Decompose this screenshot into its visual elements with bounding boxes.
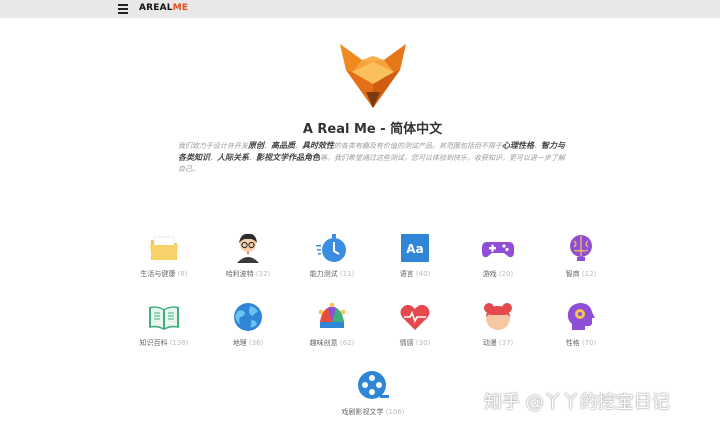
intro-segment: 、 <box>210 154 217 162</box>
intro-segment: 、 <box>534 142 541 150</box>
stopwatch-icon <box>316 234 346 262</box>
category-label: 戏剧影视文学 (106) <box>341 408 405 416</box>
svg-text:Aa: Aa <box>406 242 423 256</box>
heart-icon <box>400 304 430 330</box>
category-iq[interactable]: 智商 (12) <box>541 231 621 279</box>
brand-accent: ME <box>172 3 189 13</box>
intro-keyword: 原创 <box>248 141 264 150</box>
intro-keyword: 高品质 <box>271 141 295 150</box>
category-games[interactable]: 游戏 (20) <box>458 231 538 279</box>
globe-icon <box>234 303 262 331</box>
category-label: 语言 (40) <box>399 270 431 278</box>
category-label: 生活与健康 (8) <box>140 270 188 278</box>
site-title: A Real Me - 简体中文 <box>302 122 443 137</box>
film-icon <box>358 371 389 399</box>
menu-icon[interactable] <box>118 4 128 14</box>
category-label: 智商 (12) <box>565 270 597 278</box>
intro-keyword: 影视文学作品角色 <box>256 153 320 162</box>
category-anime[interactable]: 动漫 (37) <box>458 300 538 348</box>
category-label: 哈利波特 (32) <box>225 270 271 278</box>
intro-text: 我们致力于设计并开发原创、高品质、具时效性的各类有趣及有价值的测试产品。其范围包… <box>178 140 570 175</box>
category-label: 趣味创意 (62) <box>309 339 355 347</box>
language-icon: Aa <box>401 234 429 262</box>
category-label: 知识百科 (138) <box>139 339 189 347</box>
category-geography[interactable]: 地理 (36) <box>208 300 288 348</box>
category-ability-test[interactable]: 能力测试 (11) <box>292 231 372 279</box>
category-label: 动漫 (37) <box>482 339 514 347</box>
intro-keyword: 人际关系 <box>217 153 249 162</box>
intro-segment: 、 <box>264 142 271 150</box>
folder-icon <box>150 236 178 260</box>
book-icon <box>149 306 179 330</box>
watermark: 知乎 @丫丫的挖宝日记 <box>484 392 670 413</box>
intro-segment: 的各类有趣及有价值的测试产品。其范围包括但不限于 <box>334 142 502 150</box>
brand-main: AREAL <box>139 3 173 13</box>
intro-segment: 、 <box>295 142 302 150</box>
category-label: 情感 (30) <box>399 339 431 347</box>
category-emotion[interactable]: 情感 (30) <box>375 300 455 348</box>
intro-segment: 我们致力于设计并开发 <box>178 142 248 150</box>
brain-icon <box>570 235 592 261</box>
category-fun-creative[interactable]: 趣味创意 (62) <box>292 300 372 348</box>
category-label: 游戏 (20) <box>482 270 514 278</box>
harry-potter-icon <box>237 233 259 263</box>
intro-keyword: 具时效性 <box>302 141 334 150</box>
jester-icon <box>318 302 346 328</box>
category-encyclopedia[interactable]: 知识百科 (138) <box>124 300 204 348</box>
category-label: 地理 (36) <box>232 339 264 347</box>
gamepad-icon <box>482 242 514 258</box>
anime-icon <box>484 303 512 330</box>
category-language[interactable]: Aa 语言 (40) <box>375 231 455 279</box>
intro-keyword: 心理性格 <box>502 141 534 150</box>
personality-icon <box>567 303 595 330</box>
fox-logo-icon <box>340 44 406 108</box>
brand-logo[interactable]: AREALME <box>139 3 188 13</box>
category-drama-film-literature[interactable]: 戏剧影视文学 (106) <box>333 369 413 417</box>
category-label: 能力测试 (11) <box>309 270 355 278</box>
category-label: 性格 (70) <box>565 339 597 347</box>
category-harry-potter[interactable]: 哈利波特 (32) <box>208 231 288 279</box>
category-personality[interactable]: 性格 (70) <box>541 300 621 348</box>
intro-segment: 、 <box>249 154 256 162</box>
top-bar: AREALME <box>0 0 720 18</box>
category-life-health[interactable]: 生活与健康 (8) <box>124 231 204 279</box>
